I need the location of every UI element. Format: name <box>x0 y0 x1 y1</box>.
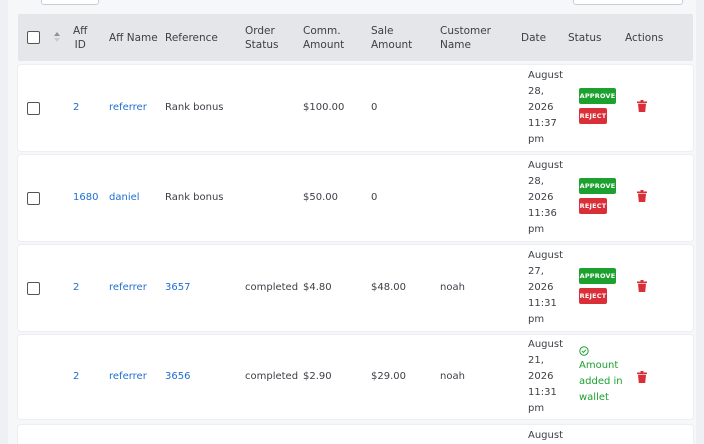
reference-link[interactable]: 3656 <box>165 370 190 384</box>
sale-amount: 0 <box>371 192 378 203</box>
col-order-status[interactable]: Order Status <box>245 24 278 52</box>
date-cell: August 21, 2026 11:31 pm <box>528 337 578 417</box>
order-status: completed <box>245 371 299 382</box>
reject-button[interactable]: REJECT <box>579 288 607 304</box>
customer-name: noah <box>440 282 465 293</box>
col-status[interactable]: Status <box>568 31 601 45</box>
date-cell: August <box>528 428 578 444</box>
date-line: 11:36 <box>528 208 557 219</box>
col-customer-name-line2: Name <box>440 39 471 51</box>
approve-button[interactable]: APPROVE <box>579 268 616 284</box>
col-order-status-line1: Order <box>245 25 275 37</box>
date-line: 28, <box>528 176 544 187</box>
date-line: pm <box>528 314 545 325</box>
comm-amount: $100.00 <box>303 102 345 113</box>
date-line: pm <box>528 403 545 414</box>
trash-icon[interactable] <box>637 190 647 202</box>
date-line: 2026 <box>528 192 554 203</box>
col-date[interactable]: Date <box>521 31 546 45</box>
row-checkbox[interactable] <box>27 102 40 115</box>
date-line: August <box>528 70 563 81</box>
commissions-panel: Aff ID Aff Name Reference Order Status C… <box>8 0 696 444</box>
date-line: pm <box>528 224 545 235</box>
aff-name-link[interactable]: referrer <box>109 370 147 384</box>
reject-button[interactable]: REJECT <box>579 108 607 124</box>
aff-name-link[interactable]: referrer <box>109 281 147 295</box>
page-length-select[interactable] <box>41 0 99 5</box>
date-line: 2026 <box>528 282 554 293</box>
status-line: added in <box>579 376 623 387</box>
approve-button[interactable]: APPROVE <box>579 178 616 194</box>
col-order-status-line2: Status <box>245 39 279 51</box>
row-checkbox[interactable] <box>27 282 40 295</box>
col-aff-id-line2: ID <box>74 39 86 51</box>
col-sale-amount-line1: Sale <box>371 25 394 37</box>
table-row: August <box>18 425 693 444</box>
sale-amount: $29.00 <box>371 371 406 382</box>
col-customer-name-line1: Customer <box>440 25 492 37</box>
col-sale-amount-line2: Amount <box>371 39 413 51</box>
col-sale-amount[interactable]: Sale Amount <box>371 24 412 52</box>
status-line: wallet <box>579 392 609 403</box>
date-line: 2026 <box>528 371 554 382</box>
date-cell: August 28, 2026 11:36 pm <box>528 158 578 238</box>
sale-amount: $48.00 <box>371 282 406 293</box>
order-status: completed <box>245 282 299 293</box>
reference-link[interactable]: 3657 <box>165 281 190 295</box>
date-line: 11:31 <box>528 387 557 398</box>
aff-id-link[interactable]: 2 <box>73 370 79 384</box>
date-line: August <box>528 160 563 171</box>
trash-icon[interactable] <box>637 371 647 383</box>
status-line: Amount <box>579 360 619 371</box>
date-line: August <box>528 430 563 441</box>
table-row: 2 referrer Rank bonus $100.00 0 August 2… <box>18 65 693 151</box>
table-row: 1680 daniel Rank bonus $50.00 0 August 2… <box>18 155 693 241</box>
search-input[interactable] <box>573 0 683 5</box>
row-checkbox[interactable] <box>27 192 40 205</box>
col-comm-amount-line2: Amount <box>303 39 345 51</box>
reject-button[interactable]: REJECT <box>579 198 607 214</box>
col-aff-name[interactable]: Aff Name <box>109 31 158 45</box>
select-all-checkbox[interactable] <box>27 31 40 44</box>
date-line: August <box>528 339 563 350</box>
sale-amount: 0 <box>371 102 378 113</box>
comm-amount: $4.80 <box>303 282 332 293</box>
col-reference[interactable]: Reference <box>165 31 218 45</box>
reference-text: Rank bonus <box>165 102 224 113</box>
col-aff-id[interactable]: Aff ID <box>73 24 87 52</box>
date-cell: August 27, 2026 11:31 pm <box>528 248 578 328</box>
date-line: 11:37 <box>528 118 557 129</box>
table-header: Aff ID Aff Name Reference Order Status C… <box>18 14 693 61</box>
aff-id-link[interactable]: 2 <box>73 101 79 115</box>
col-customer-name[interactable]: Customer Name <box>440 24 491 52</box>
col-comm-amount-line1: Comm. <box>303 25 341 37</box>
date-line: 11:31 <box>528 298 557 309</box>
aff-id-link[interactable]: 2 <box>73 281 79 295</box>
aff-id-link[interactable]: 1680 <box>73 191 98 205</box>
col-comm-amount[interactable]: Comm. Amount <box>303 24 344 52</box>
comm-amount: $2.90 <box>303 371 332 382</box>
table-row: 2 referrer 3656 completed $2.90 $29.00 n… <box>18 335 693 419</box>
trash-icon[interactable] <box>637 280 647 292</box>
comm-amount: $50.00 <box>303 192 338 203</box>
status-added-text: Amount added in wallet <box>579 346 629 406</box>
date-line: 21, <box>528 355 544 366</box>
date-line: 2026 <box>528 102 554 113</box>
table-row: 2 referrer 3657 completed $4.80 $48.00 n… <box>18 245 693 331</box>
aff-name-link[interactable]: referrer <box>109 101 147 115</box>
customer-name: noah <box>440 371 465 382</box>
date-line: 27, <box>528 266 544 277</box>
col-actions: Actions <box>625 32 664 44</box>
col-aff-id-line1: Aff <box>73 25 88 37</box>
sort-icon[interactable] <box>54 32 60 42</box>
date-line: August <box>528 250 563 261</box>
approve-button[interactable]: APPROVE <box>579 88 616 104</box>
date-line: 28, <box>528 86 544 97</box>
date-cell: August 28, 2026 11:37 pm <box>528 68 578 148</box>
aff-name-link[interactable]: daniel <box>109 191 140 205</box>
trash-icon[interactable] <box>637 100 647 112</box>
date-line: pm <box>528 134 545 145</box>
check-circle-icon <box>579 346 589 356</box>
reference-text: Rank bonus <box>165 192 224 203</box>
